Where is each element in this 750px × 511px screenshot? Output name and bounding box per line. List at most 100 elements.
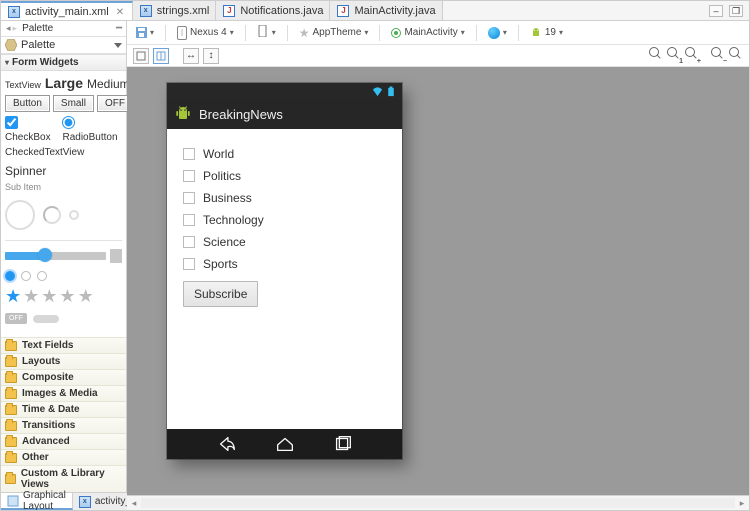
drawer-custom-library[interactable]: Custom & Library Views [1,465,126,492]
toggle-viewport-button[interactable] [133,48,149,64]
button-sample[interactable]: Button [5,95,50,112]
ratingbar-sample[interactable]: ★ ★ ★ ★ ★ [5,287,122,305]
recents-nav-icon[interactable] [332,433,354,455]
seekbar-thumb [38,248,52,262]
checkbox-icon [183,258,195,270]
drawer-label: Images & Media [22,388,98,399]
scroll-track[interactable] [141,498,735,508]
tab-notifications-java[interactable]: J Notifications.java [216,1,330,20]
tab-mainactivity-java[interactable]: J MainActivity.java [330,1,442,20]
drawer-text-fields[interactable]: Text Fields [1,337,126,353]
drawer-other[interactable]: Other [1,449,126,465]
star-icon: ★ [59,287,75,305]
minimize-button[interactable]: ‒ [709,5,723,17]
button-small-sample[interactable]: Small [53,95,94,112]
scroll-left-icon[interactable]: ◂ [127,498,141,509]
checkbox-technology[interactable]: Technology [183,209,386,231]
chevron-down-icon[interactable] [114,40,122,50]
expand-width-button[interactable]: ↔ [183,48,199,64]
forward-icon[interactable]: ▸ [12,23,19,34]
maximize-button[interactable]: ❐ [729,5,743,17]
java-icon: J [222,4,236,18]
checkbox-label: Science [203,235,246,249]
expand-height-button[interactable]: ↕ [203,48,219,64]
home-nav-icon[interactable] [274,433,296,455]
chevron-down-icon: ▾ [150,28,154,37]
folder-icon [5,373,17,383]
magnifier-icon [729,47,743,61]
theme-dropdown[interactable]: ★ AppTheme ▾ [296,25,372,41]
seekbar-sample[interactable] [5,247,122,265]
chevron-down-icon: ▾ [559,28,563,37]
zoom-fit-button[interactable] [649,47,663,64]
disk-icon [136,27,147,38]
toggle-grid-button[interactable] [153,48,169,64]
drawer-time-date[interactable]: Time & Date [1,401,126,417]
drawer-images-media[interactable]: Images & Media [1,385,126,401]
android-icon [530,27,542,39]
back-nav-icon[interactable] [216,433,238,455]
horizontal-scrollbar[interactable]: ◂ ▸ [127,495,749,510]
theme-label: AppTheme [313,27,362,38]
drawer-label: Text Fields [22,340,74,351]
radio-sample[interactable]: RadioButton [62,116,122,143]
star-icon: ★ [23,287,39,305]
form-widgets-body: TextView Large Medium Small Button Small… [1,71,126,328]
switch-sample[interactable]: OFF [5,309,122,324]
device-dropdown[interactable]: Nexus 4 ▾ [174,25,237,41]
checkbox-business[interactable]: Business [183,187,386,209]
checkbox-world[interactable]: World [183,143,386,165]
checkbox-icon [183,214,195,226]
subscribe-button[interactable]: Subscribe [183,281,258,307]
checkedtextview-sample[interactable]: CheckedTextView [5,147,122,160]
layout-icon [7,495,19,507]
zoom-in-button[interactable]: + [685,47,699,64]
scroll-right-icon[interactable]: ▸ [735,498,749,509]
activity-dropdown[interactable]: MainActivity ▾ [388,26,467,39]
zoom-actual-button[interactable] [729,47,743,64]
progress-circles[interactable] [5,196,122,234]
spinner-sample[interactable]: Spinner [5,164,122,178]
separator [165,25,166,41]
orientation-dropdown[interactable]: ▾ [254,24,279,41]
section-form-widgets[interactable]: ▾ Form Widgets [1,54,126,71]
subitem-sample[interactable]: Sub Item [5,182,122,192]
tab-activity-main-xml[interactable]: x activity_main.xml ✕ [1,1,133,20]
drawer-composite[interactable]: Composite [1,369,126,385]
api-dropdown[interactable]: 19 ▾ [527,26,566,40]
checkbox-sports[interactable]: Sports [183,253,386,275]
bottom-tab-label: Graphical Layout [23,490,66,511]
close-icon[interactable]: ✕ [116,7,126,17]
section-title: Form Widgets [12,57,79,68]
star-icon: ★ [5,287,21,305]
separator [379,25,380,41]
zoom-reset-button[interactable]: 1 [667,47,681,64]
design-canvas[interactable]: BreakingNews World Politics Business Tec… [127,67,749,495]
locale-dropdown[interactable]: ▾ [485,26,510,40]
folder-icon [5,357,17,367]
save-dropdown[interactable]: ▾ [133,26,157,39]
layout-root[interactable]: World Politics Business Technology Scien… [167,129,402,429]
drawer-advanced[interactable]: Advanced [1,433,126,449]
battery-icon [387,86,398,97]
drawer-layouts[interactable]: Layouts [1,353,126,369]
zoom-out-button[interactable]: − [711,47,725,64]
spacer [703,47,707,64]
checkbox-sample[interactable]: CheckBox [5,116,56,143]
radio-dots-sample[interactable] [5,269,122,283]
tab-strings-xml[interactable]: x strings.xml [133,1,217,20]
config-toolbar: ▾ Nexus 4 ▾ ▾ ★ AppTheme ▾ [127,21,749,45]
tab-label: activity_main.xml [25,6,109,18]
textview-samples[interactable]: TextView Large Medium Small [5,75,122,91]
folder-icon [5,341,17,351]
tab-graphical-layout[interactable]: Graphical Layout [1,493,73,510]
folder-icon [5,453,17,463]
textview-medium: Medium [87,77,130,91]
checkbox-science[interactable]: Science [183,231,386,253]
editor-bottom-tabs: Graphical Layout x activity_main.xml [1,492,126,510]
activity-icon [391,28,401,38]
java-icon: J [336,4,350,18]
drawer-transitions[interactable]: Transitions [1,417,126,433]
xml-icon: x [79,496,91,508]
checkbox-politics[interactable]: Politics [183,165,386,187]
